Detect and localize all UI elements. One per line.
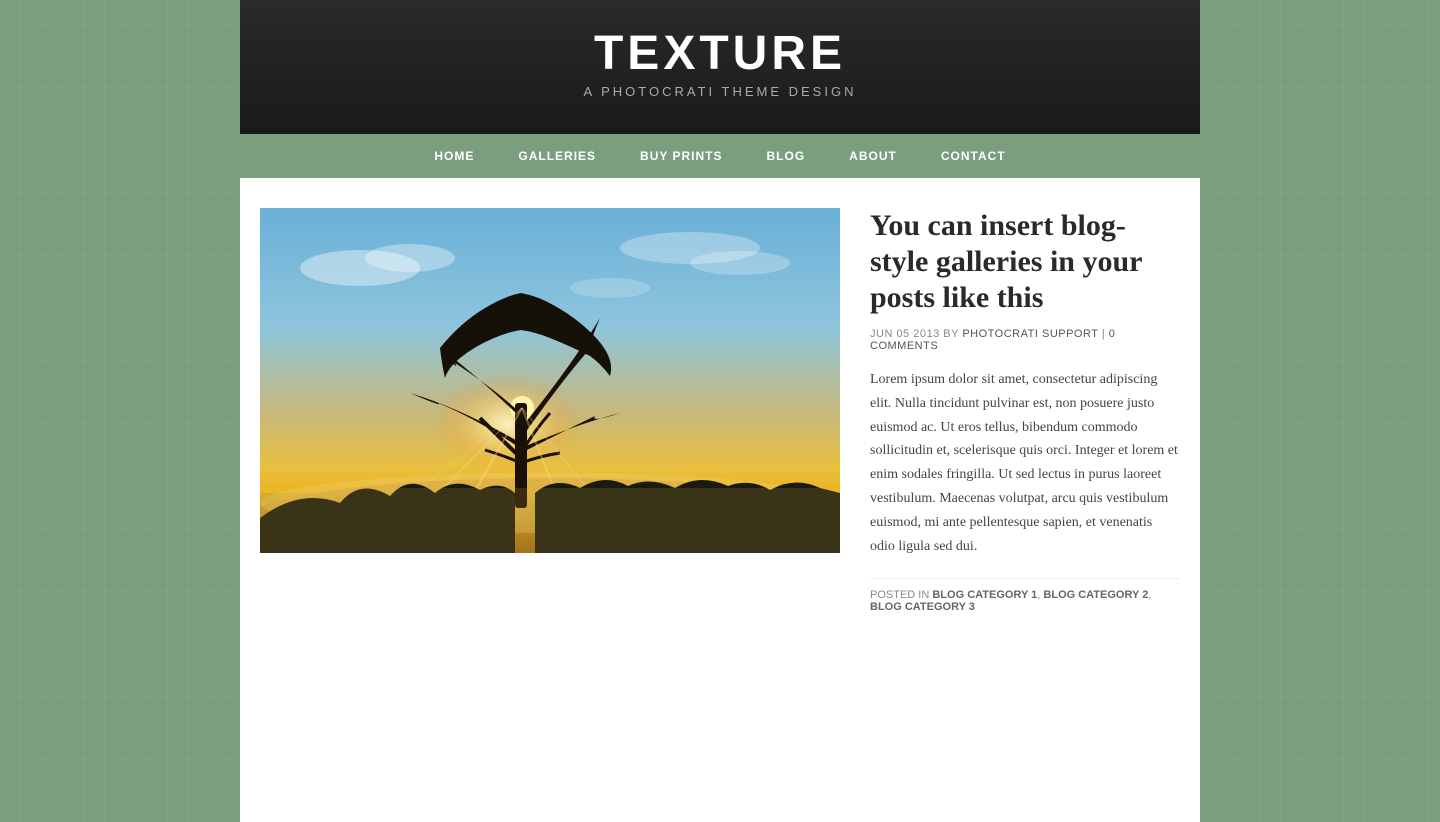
site-header: TEXTURE A PHOTOCRATI THEME DESIGN [240,0,1200,134]
nav-item-contact[interactable]: CONTACT [919,134,1028,178]
nav-item-home[interactable]: HOME [412,134,496,178]
post-title: You can insert blog-style galleries in y… [870,208,1180,316]
nav-link-galleries[interactable]: GALLERIES [496,134,618,178]
post-footer: POSTED IN BLOG CATEGORY 1, BLOG CATEGORY… [870,578,1180,613]
nav-link-blog[interactable]: BLOG [745,134,828,178]
posted-in-label: POSTED IN [870,589,929,601]
site-subtitle: A PHOTOCRATI THEME DESIGN [260,84,1180,99]
post-sidebar: You can insert blog-style galleries in y… [870,208,1180,613]
nav-link-buy-prints[interactable]: BUY PRINTS [618,134,744,178]
post-separator: | [1102,328,1105,340]
nav-item-buy-prints[interactable]: BUY PRINTS [618,134,744,178]
nav-link-contact[interactable]: CONTACT [919,134,1028,178]
site-wrapper: TEXTURE A PHOTOCRATI THEME DESIGN HOME G… [240,0,1200,822]
category-link-1[interactable]: BLOG CATEGORY 1 [932,589,1037,601]
nav-list: HOME GALLERIES BUY PRINTS BLOG ABOUT CON… [412,134,1027,178]
post-meta: JUN 05 2013 BY PHOTOCRATI SUPPORT | 0 CO… [870,328,1180,352]
category-link-2[interactable]: BLOG CATEGORY 2 [1043,589,1148,601]
site-title: TEXTURE [260,30,1180,78]
nav-item-about[interactable]: ABOUT [827,134,919,178]
nav-item-galleries[interactable]: GALLERIES [496,134,618,178]
main-content: You can insert blog-style galleries in y… [240,178,1200,643]
post-author-link[interactable]: PHOTOCRATI SUPPORT [962,328,1098,340]
post-by: BY [943,328,958,340]
category-link-3[interactable]: BLOG CATEGORY 3 [870,601,975,613]
post-excerpt: Lorem ipsum dolor sit amet, consectetur … [870,368,1180,558]
post-image-svg [260,208,840,553]
nav-item-blog[interactable]: BLOG [745,134,828,178]
nav-link-about[interactable]: ABOUT [827,134,919,178]
site-nav: HOME GALLERIES BUY PRINTS BLOG ABOUT CON… [240,134,1200,178]
post-image-wrapper [260,208,840,553]
post-date: JUN 05 2013 [870,328,940,340]
nav-link-home[interactable]: HOME [412,134,496,178]
post-image [260,208,840,553]
